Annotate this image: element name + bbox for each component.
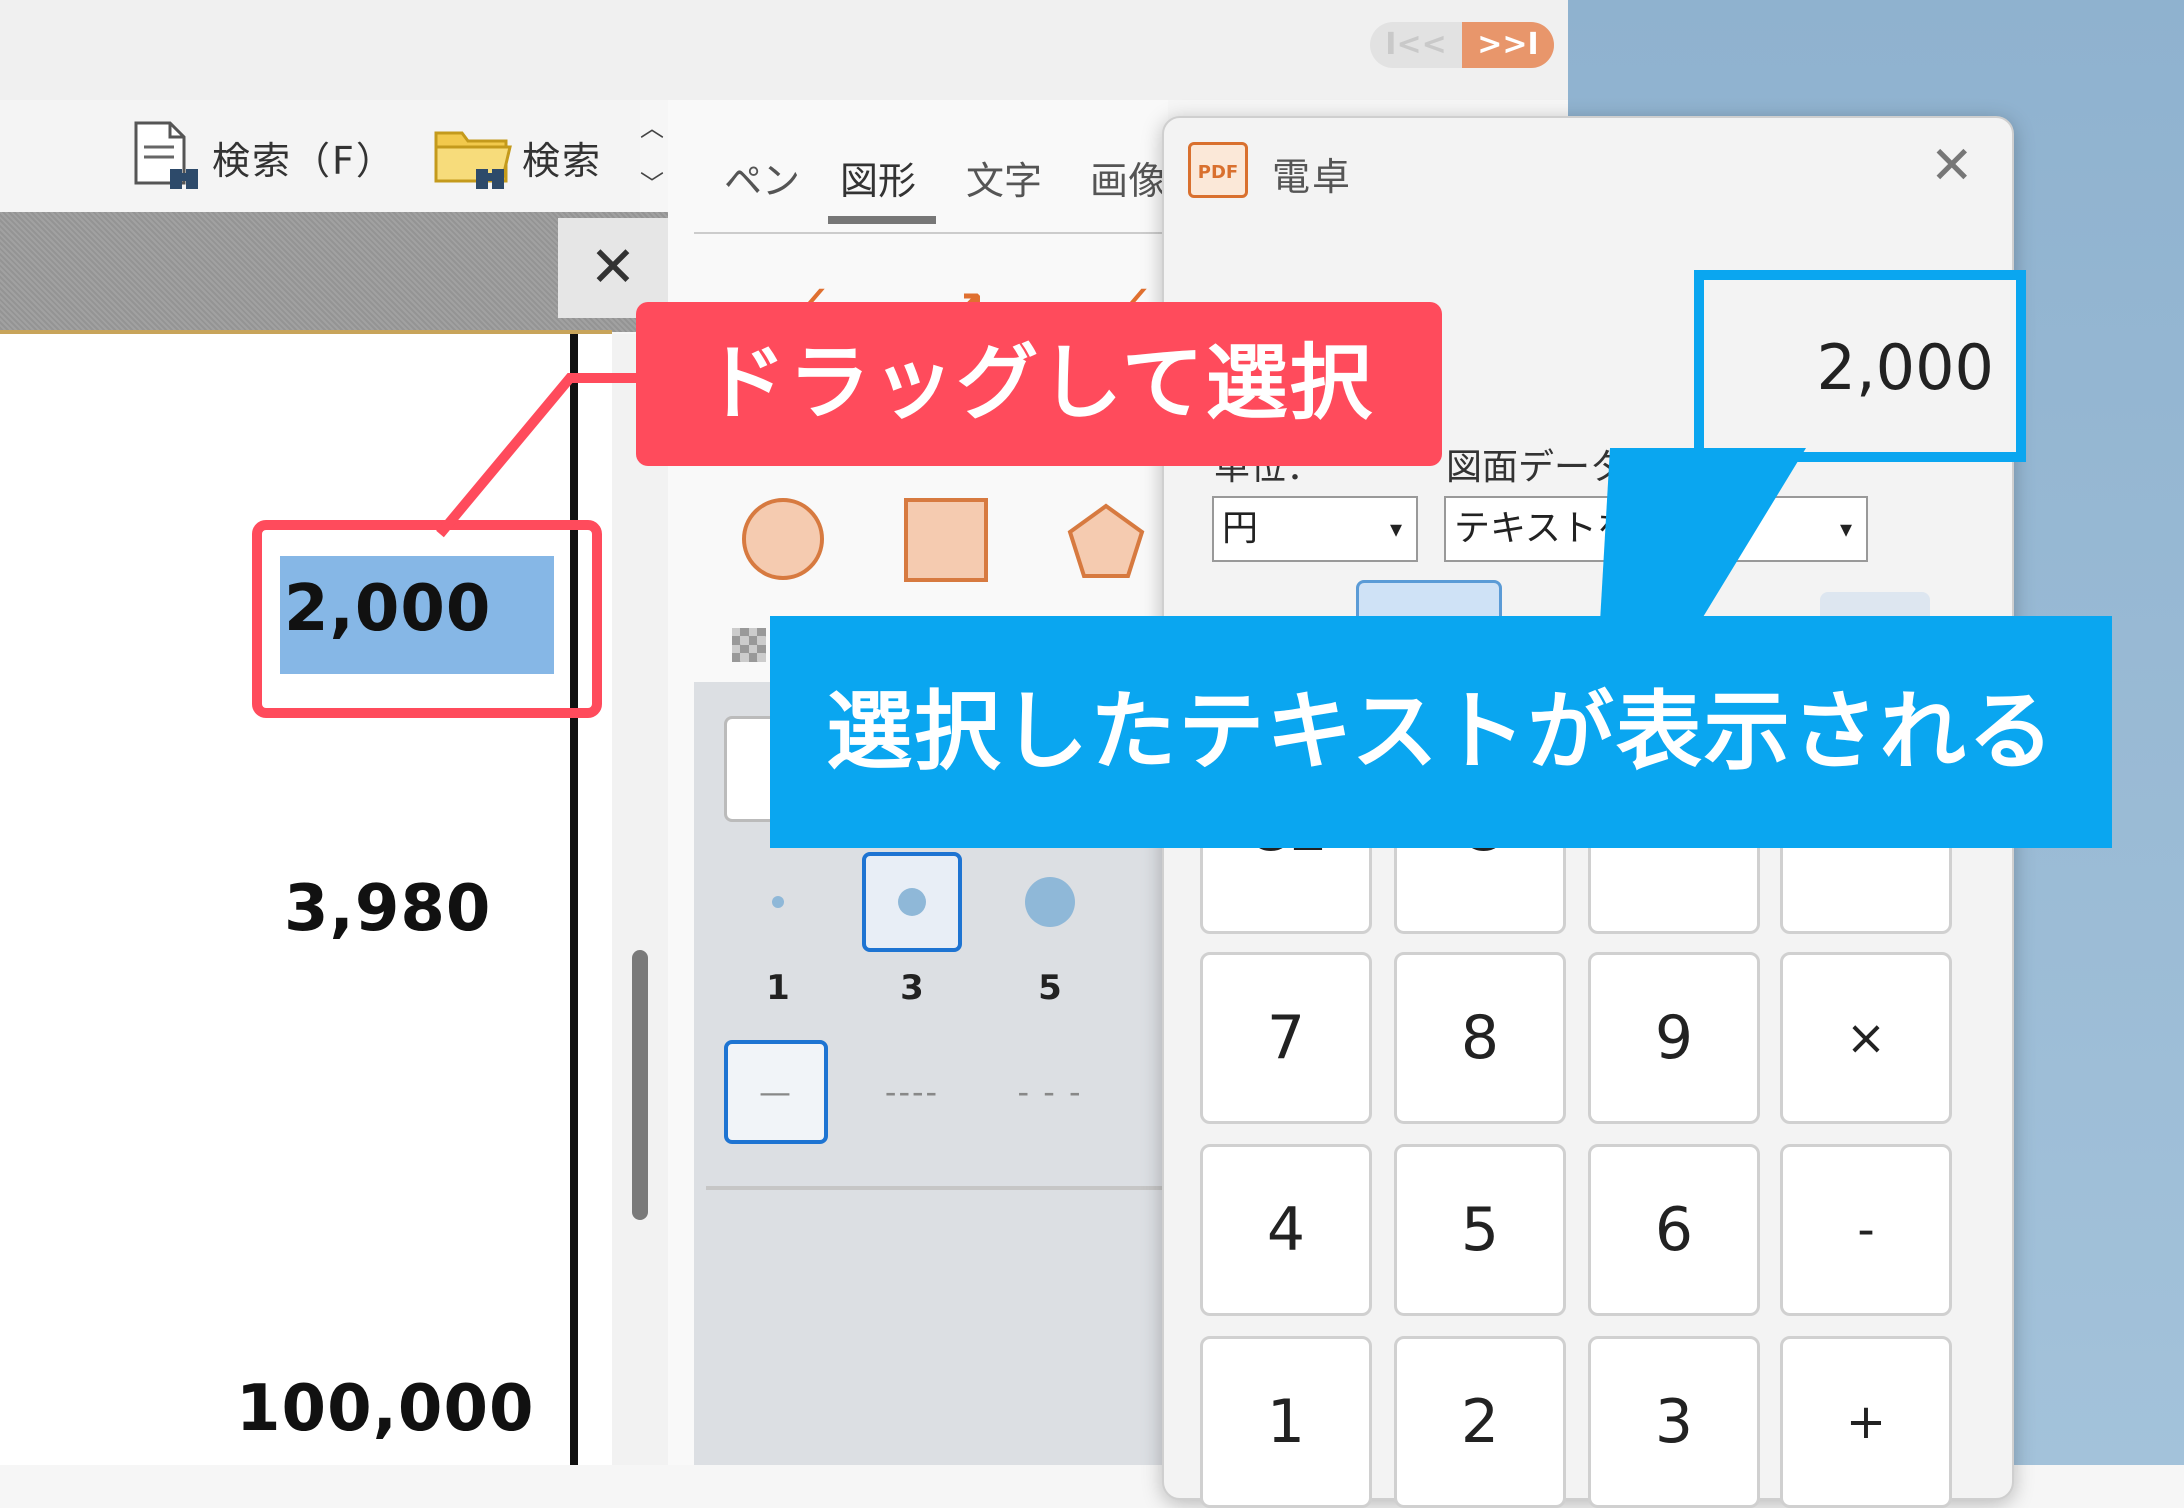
search-file-label: 検索（F） xyxy=(212,138,396,183)
table-border-line xyxy=(570,334,578,1465)
search-file-button[interactable]: 検索（F） xyxy=(126,112,396,202)
calculator-close-icon[interactable]: ✕ xyxy=(1930,136,1974,196)
dot-large-icon xyxy=(1025,877,1075,927)
circle-shape-icon[interactable] xyxy=(742,498,824,580)
folder-search-icon xyxy=(434,131,512,189)
active-tab-indicator xyxy=(828,216,936,224)
line-dash-dot-button[interactable]: - - - xyxy=(998,1040,1102,1144)
transparency-icon[interactable] xyxy=(732,628,766,662)
dot-size-label: 1 xyxy=(766,968,790,1008)
main-toolbar: 検索（F） 検索 xyxy=(0,100,640,212)
chevron-up-icon[interactable]: ︿ xyxy=(636,100,668,156)
key-8[interactable]: 8 xyxy=(1394,952,1566,1124)
dot-small-icon xyxy=(772,896,784,908)
dot-size-3-button[interactable] xyxy=(862,852,962,952)
unit-select[interactable]: 円 ▾ xyxy=(1212,496,1418,562)
dot-size-5-button[interactable] xyxy=(1000,852,1100,952)
prev-page-button[interactable]: I<< xyxy=(1370,22,1462,68)
drag-select-callout: ドラッグして選択 xyxy=(636,302,1442,466)
fetch-mode-label: 図面データの取得： xyxy=(1446,447,1771,488)
unit-select-value: 円 xyxy=(1222,508,1259,549)
key-3[interactable]: 3 xyxy=(1588,1336,1760,1508)
key-minus[interactable]: - xyxy=(1780,1144,1952,1316)
text-shown-callout: 選択したテキストが表示される xyxy=(770,616,2112,848)
document-value[interactable]: 100,000 xyxy=(236,1372,535,1446)
search-folder-label: 検索 xyxy=(522,138,603,183)
calculator-display: 2,000 xyxy=(1694,270,2026,462)
next-page-button[interactable]: >>I xyxy=(1462,22,1554,68)
document-value[interactable]: 3,980 xyxy=(284,872,491,946)
line-dashed-button[interactable]: ---- xyxy=(860,1040,964,1144)
key-6[interactable]: 6 xyxy=(1588,1144,1760,1316)
key-4[interactable]: 4 xyxy=(1200,1144,1372,1316)
file-search-icon xyxy=(134,121,198,189)
pentagon-shape-icon[interactable] xyxy=(1064,500,1148,584)
key-multiply[interactable]: × xyxy=(1780,952,1952,1124)
dot-medium-icon xyxy=(898,888,926,916)
tab-separator xyxy=(694,232,1168,234)
key-plus[interactable]: + xyxy=(1780,1336,1952,1508)
dot-size-1-button[interactable] xyxy=(728,852,828,952)
tab-text[interactable]: 文字 xyxy=(966,150,1042,205)
calculator-title: 電卓 xyxy=(1272,155,1353,199)
key-7[interactable]: 7 xyxy=(1200,952,1372,1124)
tab-pen[interactable]: ペン xyxy=(724,150,800,205)
fetch-mode-select[interactable]: テキストを取得 ▾ xyxy=(1444,496,1868,562)
square-shape-icon[interactable] xyxy=(904,498,988,582)
line-solid-button[interactable]: — xyxy=(724,1040,828,1144)
tab-image[interactable]: 画像 xyxy=(1090,150,1166,205)
chevron-down-icon[interactable]: ﹀ xyxy=(636,156,668,212)
chevron-down-icon: ▾ xyxy=(1389,515,1402,543)
toolbar-scroll: ︿ ﹀ xyxy=(636,100,668,212)
dot-size-label: 3 xyxy=(900,968,924,1008)
search-folder-button[interactable]: 検索 xyxy=(432,112,602,202)
pdf-app-icon: PDF xyxy=(1188,142,1248,198)
title-bar xyxy=(0,0,1568,100)
document-margin xyxy=(578,334,612,1465)
tab-shape[interactable]: 図形 xyxy=(840,150,916,205)
key-9[interactable]: 9 xyxy=(1588,952,1760,1124)
fetch-mode-value: テキストを取得 xyxy=(1454,508,1705,549)
vertical-scrollbar[interactable] xyxy=(612,334,668,1465)
key-2[interactable]: 2 xyxy=(1394,1336,1566,1508)
key-5[interactable]: 5 xyxy=(1394,1144,1566,1316)
scrollbar-thumb[interactable] xyxy=(632,950,648,1220)
panel-divider xyxy=(706,1186,1168,1190)
selection-outline xyxy=(252,520,602,718)
dot-size-label: 5 xyxy=(1038,968,1062,1008)
page-nav: I<< >>I xyxy=(1370,22,1554,68)
chevron-down-icon: ▾ xyxy=(1839,515,1852,543)
key-1[interactable]: 1 xyxy=(1200,1336,1372,1508)
